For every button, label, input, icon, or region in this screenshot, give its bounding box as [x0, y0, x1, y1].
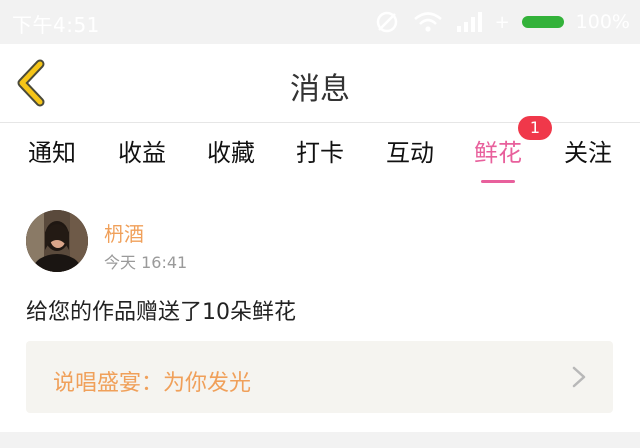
tab-label: 鲜花	[474, 139, 522, 167]
battery-percent: 100%	[575, 11, 630, 33]
tab-label: 关注	[564, 139, 612, 167]
work-title: 说唱盛宴：为你发光	[53, 371, 252, 396]
tab-favorites[interactable]: 收藏	[204, 133, 258, 183]
tab-following[interactable]: 关注	[561, 133, 615, 183]
avatar[interactable]	[26, 210, 88, 272]
header: 消息	[0, 44, 640, 122]
charging-plus-icon: +	[494, 11, 510, 33]
sender-name[interactable]: 枬酒	[104, 218, 144, 247]
status-icons: + 100%	[373, 9, 630, 35]
chevron-right-icon	[572, 366, 586, 388]
tab-label: 通知	[28, 139, 76, 167]
wifi-icon	[413, 12, 442, 32]
message-body: 给您的作品赠送了10朵鲜花	[26, 300, 296, 325]
avatar-image	[26, 210, 88, 272]
tab-interactions[interactable]: 互动	[383, 133, 437, 183]
do-not-disturb-icon	[376, 11, 397, 33]
tab-flowers[interactable]: 鲜花	[471, 133, 525, 183]
unread-badge: 1	[518, 116, 552, 140]
tab-label: 收益	[118, 139, 166, 167]
tab-checkin[interactable]: 打卡	[293, 133, 347, 183]
tab-label: 互动	[386, 139, 434, 167]
active-tab-indicator	[481, 180, 515, 183]
status-time: 下午4:51	[12, 13, 100, 37]
tab-label: 收藏	[207, 139, 255, 167]
tab-label: 打卡	[296, 139, 344, 167]
page-title: 消息	[290, 72, 350, 107]
message-item: 枬酒 今天 16:41 给您的作品赠送了10朵鲜花 说唱盛宴：为你发光	[0, 188, 640, 433]
message-time: 今天 16:41	[104, 253, 188, 272]
tab-notifications[interactable]: 通知	[25, 133, 79, 183]
signal-icon	[456, 12, 482, 32]
list-divider	[0, 432, 640, 448]
work-link-card[interactable]: 说唱盛宴：为你发光	[26, 341, 613, 413]
battery-icon	[521, 16, 564, 28]
tab-earnings[interactable]: 收益	[115, 133, 169, 183]
status-bar: 下午4:51 + 100%	[0, 0, 640, 44]
